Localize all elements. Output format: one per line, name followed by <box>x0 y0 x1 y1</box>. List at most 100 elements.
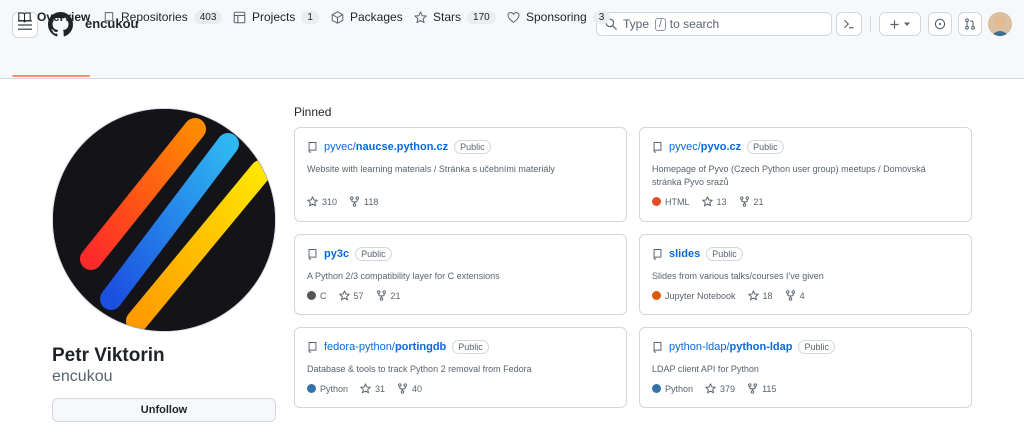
repo-name: slides <box>669 248 701 260</box>
repo-forks-count: 115 <box>762 383 777 394</box>
repo-forks-link[interactable]: 4 <box>785 290 805 301</box>
repo-forks-link[interactable]: 118 <box>349 196 378 207</box>
unfollow-button[interactable]: Unfollow <box>52 398 276 422</box>
plus-icon <box>890 19 899 29</box>
repo-language: HTML <box>652 197 690 207</box>
repo-forks-count: 40 <box>412 383 423 394</box>
repo-name: python-ldap <box>729 341 793 353</box>
profile-login: encukou <box>52 368 113 385</box>
repo-forks-link[interactable]: 115 <box>747 383 776 394</box>
issues-button[interactable] <box>928 12 952 36</box>
repo-language: Python <box>307 384 348 394</box>
repo-stars-count: 379 <box>720 383 736 394</box>
search-placeholder-rest: to search <box>669 17 720 31</box>
heart-icon <box>507 11 520 23</box>
pinned-repo-link[interactable]: python-ldap/python-ldap <box>669 341 792 353</box>
repo-owner: pyvec/ <box>324 141 356 153</box>
repo-meta: HTML 13 21 <box>652 196 764 207</box>
tab-stars-count: 170 <box>467 10 496 24</box>
profile-avatar-image <box>53 109 275 331</box>
pinned-heading: Pinned <box>294 105 332 119</box>
pinned-repo-card: python-ldap/python-ldap Public LDAP client… <box>639 327 972 408</box>
terminal-icon <box>844 19 854 29</box>
table-icon <box>233 11 246 23</box>
repo-stars-count: 310 <box>322 196 338 207</box>
pinned-repo-card: py3c Public A Python 2/3 compatibility lay… <box>294 234 627 315</box>
active-tab-indicator <box>12 75 90 77</box>
repo-name: pyvo.cz <box>700 141 742 153</box>
pinned-repo-card: pyvec/naucse.python.cz Public Website with… <box>294 127 627 222</box>
repo-forks-link[interactable]: 40 <box>397 383 422 394</box>
pinned-repo-link[interactable]: slides <box>669 248 700 260</box>
create-new-button[interactable] <box>879 12 921 36</box>
pull-request-icon <box>965 18 975 30</box>
repo-stars-link[interactable]: 13 <box>701 196 727 207</box>
repo-meta: Python 379 115 <box>652 383 776 394</box>
tab-overview[interactable]: Overview <box>18 0 90 34</box>
repo-stars-link[interactable]: 31 <box>360 383 385 394</box>
repo-stars-count: 13 <box>716 196 727 207</box>
repo-icon <box>104 11 114 24</box>
repo-stars-link[interactable]: 310 <box>307 196 337 207</box>
repo-icon <box>653 142 662 153</box>
pinned-repo-link[interactable]: fedora-python/portingdb <box>324 341 446 353</box>
search-placeholder-type: Type <box>623 17 650 31</box>
visibility-badge: Public <box>355 247 392 261</box>
command-palette-button[interactable] <box>836 12 862 36</box>
language-color-dot <box>307 291 316 300</box>
language-color-dot <box>307 384 316 393</box>
repo-icon <box>653 249 662 260</box>
repo-forks-link[interactable]: 21 <box>376 290 401 301</box>
search-shortcut-key: / <box>655 17 666 31</box>
language-color-dot <box>652 291 661 300</box>
language-color-dot <box>652 197 661 206</box>
fork-icon <box>350 196 359 207</box>
pull-requests-button[interactable] <box>958 12 982 36</box>
tab-repositories[interactable]: Repositories 403 <box>103 0 223 34</box>
pinned-repo-link[interactable]: pyvec/naucse.python.cz <box>324 141 448 153</box>
fork-icon <box>785 290 795 301</box>
repo-language-label: C <box>320 290 327 301</box>
tab-packages[interactable]: Packages <box>331 0 403 34</box>
repo-forks-count: 21 <box>753 196 764 207</box>
pinned-repo-link[interactable]: py3c <box>324 248 349 260</box>
pinned-repo-header: slides Public <box>652 247 743 261</box>
repo-forks-link[interactable]: 21 <box>739 196 764 207</box>
top-header: encukou Type / to search Overview Reposi… <box>0 0 1024 79</box>
tab-stars[interactable]: Stars 170 <box>414 0 496 34</box>
repo-stars-count: 18 <box>762 290 773 301</box>
repo-language: Jupyter Notebook <box>652 291 736 301</box>
tab-packages-label: Packages <box>350 10 403 24</box>
issue-icon <box>934 18 946 30</box>
pinned-repo-header: fedora-python/portingdb Public <box>307 340 489 354</box>
repo-owner: pyvec/ <box>669 141 701 153</box>
repo-meta: Python 31 40 <box>307 383 422 394</box>
repo-meta: C 57 21 <box>307 290 401 301</box>
repo-stars-link[interactable]: 18 <box>747 290 773 301</box>
tab-repositories-label: Repositories <box>121 10 188 24</box>
repo-icon <box>653 342 662 353</box>
tab-sponsoring-label: Sponsoring <box>526 10 587 24</box>
profile-avatar[interactable] <box>52 108 276 332</box>
repo-stars-link[interactable]: 57 <box>338 290 364 301</box>
tab-projects-label: Projects <box>252 10 296 24</box>
tab-sponsoring[interactable]: Sponsoring 3 <box>507 0 611 34</box>
repo-stars-link[interactable]: 379 <box>705 383 735 394</box>
repo-description: Website with learning materials / Stránk… <box>307 164 555 174</box>
star-icon <box>747 290 759 301</box>
book-icon <box>18 12 31 22</box>
pinned-repo-header: py3c Public <box>307 247 392 261</box>
search-input[interactable]: Type / to search <box>596 12 832 36</box>
visibility-badge: Public <box>452 340 489 354</box>
pinned-repo-link[interactable]: pyvec/pyvo.cz <box>669 141 741 153</box>
star-icon <box>360 383 371 394</box>
repo-language: Python <box>652 384 693 394</box>
repo-language-label: Jupyter Notebook <box>665 290 736 301</box>
repo-owner: fedora-python/ <box>324 341 395 353</box>
fork-icon <box>739 196 749 207</box>
visibility-badge: Public <box>706 247 743 261</box>
fork-icon <box>398 383 408 394</box>
profile-full-name: Petr Viktorin <box>52 345 165 366</box>
tab-projects[interactable]: Projects 1 <box>233 0 319 34</box>
user-avatar[interactable] <box>988 12 1012 36</box>
